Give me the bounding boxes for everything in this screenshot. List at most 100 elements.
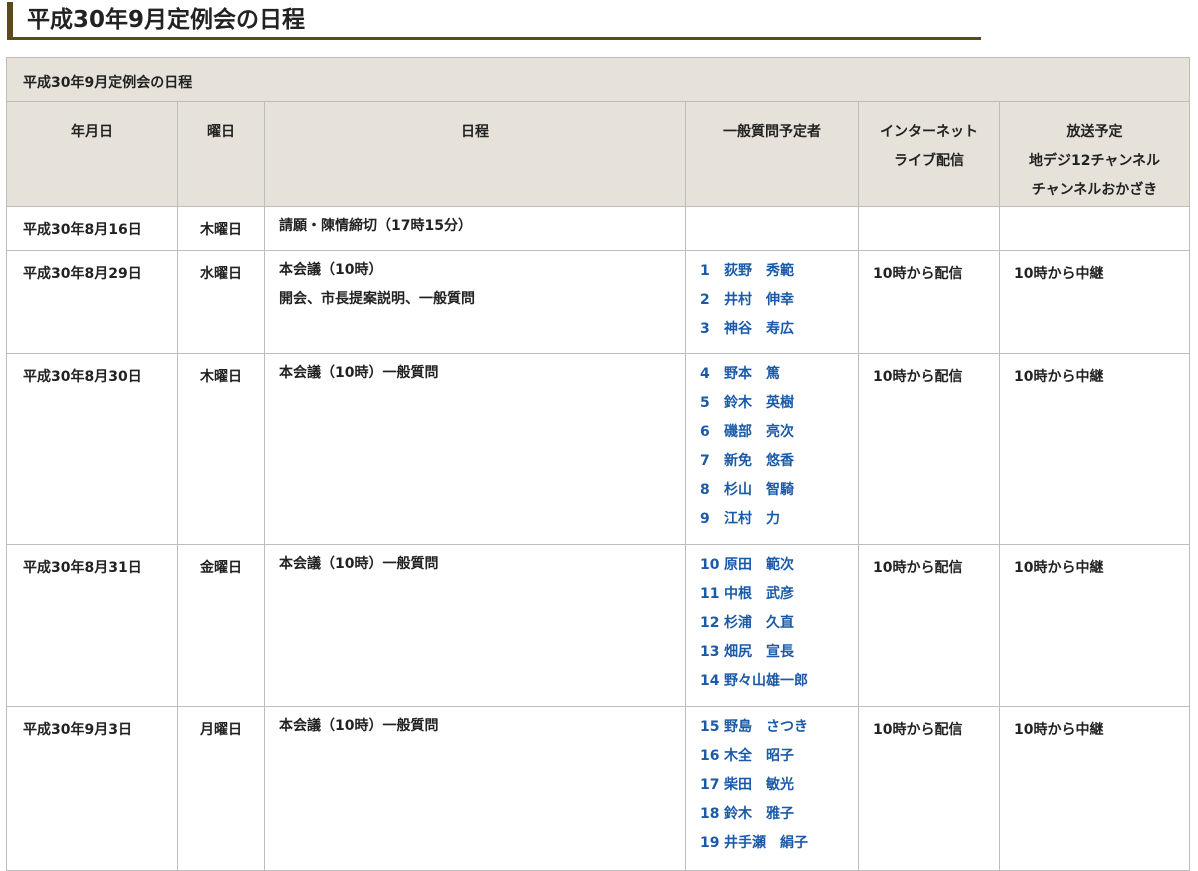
speaker-number: 8 <box>700 482 710 498</box>
speaker-link[interactable]: 4 野本 篤 <box>700 364 858 393</box>
speakers-cell: 10 原田 範次 11 中根 武彦 12 杉浦 久直 13 畑尻 宣長 14 野々山雄一郎 <box>685 544 859 707</box>
speaker-link[interactable]: 8 杉山 智騎 <box>700 480 858 509</box>
header-schedule-label: 日程 <box>461 124 489 140</box>
speaker-number: 5 <box>700 395 710 411</box>
page-title: 平成30年9月定例会の日程 <box>27 7 306 33</box>
broadcast-cell: 10時から中継 <box>998 706 1191 871</box>
header-speakers-label: 一般質問予定者 <box>723 124 821 140</box>
speaker-name: 中根 武彦 <box>724 586 794 602</box>
speaker-number: 7 <box>700 453 710 469</box>
schedule-body: 平成30年8月16日 木曜日 請願・陳情締切（17時15分） 平成30年8月29日 水曜… <box>6 206 1191 871</box>
speaker-number: 14 <box>700 673 720 689</box>
date-cell: 平成30年8月31日 <box>6 544 178 707</box>
speaker-number: 1 <box>700 263 710 279</box>
speaker-link[interactable]: 14 野々山雄一郎 <box>700 671 858 700</box>
header-internet-line2: ライブ配信 <box>894 153 964 169</box>
schedule-cell: 請願・陳情締切（17時15分） <box>264 206 686 251</box>
broadcast-cell <box>998 206 1191 251</box>
header-day: 曜日 <box>177 101 265 207</box>
schedule-table: 平成30年9月定例会の日程 年月日 曜日 日程 一般質問予定者 インターネット … <box>5 57 1191 871</box>
speaker-name: 荻野 秀範 <box>724 263 794 279</box>
speaker-link[interactable]: 11 中根 武彦 <box>700 584 858 613</box>
speaker-number: 3 <box>700 321 710 337</box>
weekday-cell: 木曜日 <box>177 206 265 251</box>
broadcast-cell: 10時から中継 <box>998 353 1191 545</box>
schedule-cell: 本会議（10時）一般質問 <box>264 353 686 545</box>
speaker-link[interactable]: 9 江村 力 <box>700 509 858 538</box>
table-row: 平成30年8月31日 金曜日 本会議（10時）一般質問 10 原田 範次 11 中根 武彦 1… <box>6 544 1191 707</box>
speaker-link[interactable]: 6 磯部 亮次 <box>700 422 858 451</box>
speaker-link[interactable]: 18 鈴木 雅子 <box>700 804 858 833</box>
weekday-cell: 金曜日 <box>177 544 265 707</box>
schedule-line: 本会議（10時）一般質問 <box>279 556 439 572</box>
schedule-cell: 本会議（10時）一般質問 <box>264 544 686 707</box>
internet-stream-cell: 10時から配信 <box>858 544 1000 707</box>
header-broadcast: 放送予定 地デジ12チャンネル チャンネルおかざき <box>998 101 1191 207</box>
speaker-name: 新免 悠香 <box>724 453 794 469</box>
speaker-name: 鈴木 雅子 <box>724 806 794 822</box>
weekday-cell: 水曜日 <box>177 250 265 354</box>
broadcast-cell: 10時から中継 <box>998 250 1191 354</box>
header-broadcast-line1: 放送予定 <box>1066 124 1123 140</box>
speaker-number: 17 <box>700 777 720 793</box>
schedule-line: 請願・陳情締切（17時15分） <box>279 218 472 234</box>
speaker-name: 磯部 亮次 <box>724 424 794 440</box>
table-row: 平成30年8月29日 水曜日 本会議（10時） 開会、市長提案説明、一般質問 1 荻野 秀… <box>6 250 1191 354</box>
speaker-name: 杉山 智騎 <box>724 482 794 498</box>
weekday-cell: 木曜日 <box>177 353 265 545</box>
speaker-link[interactable]: 2 井村 伸幸 <box>700 290 858 319</box>
speaker-number: 18 <box>700 806 720 822</box>
date-cell: 平成30年8月29日 <box>6 250 178 354</box>
speaker-number: 15 <box>700 719 720 735</box>
speaker-number: 4 <box>700 366 710 382</box>
schedule-line: 本会議（10時）一般質問 <box>279 365 439 381</box>
table-header-row: 年月日 曜日 日程 一般質問予定者 インターネット ライブ配信 放送予定 地デジ… <box>6 101 1191 207</box>
speaker-name: 野島 さつき <box>724 719 808 735</box>
speaker-number: 11 <box>700 586 720 602</box>
internet-stream-cell: 10時から配信 <box>858 706 1000 871</box>
header-internet: インターネット ライブ配信 <box>858 101 1000 207</box>
header-schedule: 日程 <box>264 101 686 207</box>
header-speakers: 一般質問予定者 <box>685 101 859 207</box>
speaker-link[interactable]: 19 井手瀬 絹子 <box>700 833 858 862</box>
speaker-number: 12 <box>700 615 720 631</box>
speaker-number: 10 <box>700 557 720 573</box>
header-broadcast-line3: チャンネルおかざき <box>1031 182 1158 198</box>
speaker-link[interactable]: 12 杉浦 久直 <box>700 613 858 642</box>
speaker-link[interactable]: 16 木全 昭子 <box>700 746 858 775</box>
internet-stream-cell: 10時から配信 <box>858 353 1000 545</box>
internet-stream-cell <box>858 206 1000 251</box>
speaker-link[interactable]: 10 原田 範次 <box>700 555 858 584</box>
table-row: 平成30年9月3日 月曜日 本会議（10時）一般質問 15 野島 さつき 16 木全 昭子 1… <box>6 706 1191 871</box>
broadcast-cell: 10時から中継 <box>998 544 1191 707</box>
speaker-name: 井村 伸幸 <box>724 292 794 308</box>
speaker-number: 16 <box>700 748 720 764</box>
speaker-number: 19 <box>700 835 720 851</box>
date-cell: 平成30年8月30日 <box>6 353 178 545</box>
speakers-cell: 4 野本 篤 5 鈴木 英樹 6 磯部 亮次 7 新免 悠香 8 杉山 智騎 9 江村 力 <box>685 353 859 545</box>
speaker-link[interactable]: 13 畑尻 宣長 <box>700 642 858 671</box>
speaker-number: 2 <box>700 292 710 308</box>
speaker-number: 6 <box>700 424 710 440</box>
speaker-link[interactable]: 5 鈴木 英樹 <box>700 393 858 422</box>
speaker-link[interactable]: 17 柴田 敏光 <box>700 775 858 804</box>
schedule-cell: 本会議（10時） 開会、市長提案説明、一般質問 <box>264 250 686 354</box>
date-cell: 平成30年9月3日 <box>6 706 178 871</box>
internet-stream-cell: 10時から配信 <box>858 250 1000 354</box>
speaker-link[interactable]: 3 神谷 寿広 <box>700 319 858 348</box>
speaker-number: 13 <box>700 644 720 660</box>
table-row: 平成30年8月16日 木曜日 請願・陳情締切（17時15分） <box>6 206 1191 251</box>
schedule-line: 本会議（10時）一般質問 <box>279 718 439 734</box>
header-broadcast-line2: 地デジ12チャンネル <box>1028 153 1161 169</box>
speaker-name: 畑尻 宣長 <box>724 644 794 660</box>
speaker-number: 9 <box>700 511 710 527</box>
speaker-link[interactable]: 1 荻野 秀範 <box>700 261 858 290</box>
speaker-link[interactable]: 7 新免 悠香 <box>700 451 858 480</box>
speaker-name: 鈴木 英樹 <box>724 395 794 411</box>
speaker-name: 柴田 敏光 <box>724 777 794 793</box>
page-heading: 平成30年9月定例会の日程 <box>7 2 981 40</box>
speakers-cell: 1 荻野 秀範 2 井村 伸幸 3 神谷 寿広 <box>685 250 859 354</box>
speaker-link[interactable]: 15 野島 さつき <box>700 717 858 746</box>
speakers-cell <box>685 206 859 251</box>
speakers-cell: 15 野島 さつき 16 木全 昭子 17 柴田 敏光 18 鈴木 雅子 19 井手瀬 絹子 <box>685 706 859 871</box>
